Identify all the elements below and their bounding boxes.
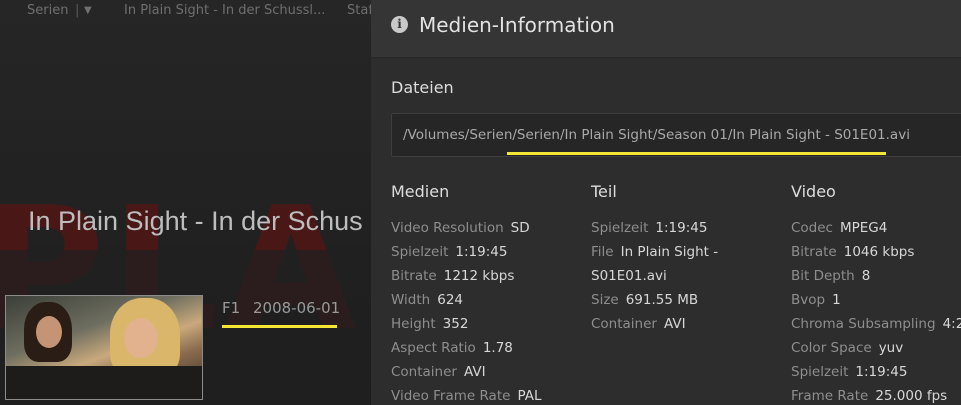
- detail-row: Spielzeit 1:19:45: [391, 241, 541, 265]
- highlight-underline: [222, 325, 337, 328]
- detail-value: 1: [832, 292, 841, 308]
- chevron-down-icon[interactable]: ▼: [84, 5, 92, 16]
- detail-key: Bit Depth: [791, 268, 855, 284]
- highlight-underline: [507, 152, 886, 155]
- detail-value: 1.78: [482, 340, 513, 356]
- detail-key: Spielzeit: [591, 220, 649, 236]
- part-heading: Teil: [591, 182, 617, 201]
- detail-value: 624: [437, 292, 464, 308]
- detail-key: Spielzeit: [391, 244, 449, 260]
- detail-row: Codec MPEG4: [791, 217, 961, 241]
- thumbnail-figure: [36, 316, 62, 348]
- file-path: /Volumes/Serien/Serien/In Plain Sight/Se…: [403, 127, 910, 143]
- detail-value: AVI: [663, 316, 686, 332]
- detail-key: Video Frame Rate: [391, 388, 511, 404]
- episode-air-date: 2008-06-01: [253, 299, 341, 317]
- detail-key: Spielzeit: [791, 364, 849, 380]
- episode-code: F1: [222, 299, 241, 317]
- detail-row: Spielzeit 1:19:45: [791, 361, 961, 385]
- detail-key: Width: [391, 292, 431, 308]
- dialog-title: Medien-Information: [419, 13, 615, 37]
- detail-value: 352: [442, 316, 469, 332]
- detail-row: Container AVI: [591, 313, 718, 337]
- detail-value: 1:19:45: [655, 220, 708, 236]
- detail-row: Aspect Ratio 1.78: [391, 337, 541, 361]
- detail-value: SD: [510, 220, 530, 236]
- media-info-dialog: i Medien-Information Dateien /Volumes/Se…: [371, 0, 961, 405]
- detail-row: Bitrate 1212 kbps: [391, 265, 541, 289]
- detail-key: File: [591, 244, 614, 260]
- detail-value: 1:19:45: [855, 364, 908, 380]
- detail-key: Bitrate: [791, 244, 837, 260]
- detail-key: Color Space: [791, 340, 872, 356]
- detail-row: Bit Depth 8: [791, 265, 961, 289]
- detail-row: Width 624: [391, 289, 541, 313]
- media-heading: Medien: [391, 182, 450, 201]
- breadcrumb-separator: |: [75, 3, 80, 18]
- info-icon: i: [391, 16, 408, 33]
- detail-value: 25.000 fps: [875, 388, 948, 404]
- detail-value: PAL: [517, 388, 542, 404]
- detail-key: Bvop: [791, 292, 826, 308]
- detail-row: Bvop 1: [791, 289, 961, 313]
- detail-key: Height: [391, 316, 436, 332]
- detail-row: Bitrate 1046 kbps: [791, 241, 961, 265]
- detail-key: Chroma Subsampling: [791, 316, 936, 332]
- detail-value: 1:19:45: [455, 244, 508, 260]
- detail-row: Video Frame Rate PAL: [391, 385, 541, 405]
- detail-key: Size: [591, 292, 619, 308]
- page-title: In Plain Sight - In der Schus: [28, 206, 363, 236]
- thumbnail-figure: [124, 318, 158, 358]
- media-details: Video Resolution SD Spielzeit 1:19:45 Bitrat…: [391, 217, 541, 405]
- detail-value: MPEG4: [839, 220, 888, 236]
- detail-row: Height 352: [391, 313, 541, 337]
- detail-value: 8: [861, 268, 871, 284]
- detail-value: 691.55 MB: [625, 292, 699, 308]
- episode-thumbnail[interactable]: [5, 295, 203, 400]
- breadcrumb-season[interactable]: Staf: [347, 3, 373, 18]
- detail-value: S01E01.avi: [591, 268, 667, 284]
- thumbnail-figure: [6, 366, 202, 399]
- detail-key: Aspect Ratio: [391, 340, 476, 356]
- video-details: Codec MPEG4 Bitrate 1046 kbps Bit Depth 8 Bvop…: [791, 217, 961, 405]
- detail-key: Frame Rate: [791, 388, 869, 404]
- detail-row: Chroma Subsampling 4:2:: [791, 313, 961, 337]
- detail-key: Container: [591, 316, 657, 332]
- detail-value: 1046 kbps: [843, 244, 915, 260]
- breadcrumb-show[interactable]: In Plain Sight - In der Schussl...: [124, 3, 325, 18]
- detail-value: 1212 kbps: [443, 268, 515, 284]
- detail-key: Container: [391, 364, 457, 380]
- detail-row: Video Resolution SD: [391, 217, 541, 241]
- breadcrumb-section[interactable]: Serien: [27, 3, 68, 18]
- detail-key: Bitrate: [391, 268, 437, 284]
- files-heading: Dateien: [391, 78, 454, 97]
- detail-row: Frame Rate 25.000 fps: [791, 385, 961, 405]
- detail-value: 4:2:: [942, 316, 961, 332]
- detail-row: Color Space yuv: [791, 337, 961, 361]
- detail-row: Spielzeit 1:19:45: [591, 217, 718, 241]
- video-heading: Video: [791, 182, 836, 201]
- detail-value: AVI: [463, 364, 486, 380]
- detail-value: In Plain Sight -: [620, 244, 719, 260]
- detail-row: Container AVI: [391, 361, 541, 385]
- detail-value: yuv: [878, 340, 904, 356]
- detail-row: File In Plain Sight -: [591, 241, 718, 265]
- file-path-box[interactable]: /Volumes/Serien/Serien/In Plain Sight/Se…: [391, 113, 961, 157]
- dialog-header: i Medien-Information: [371, 0, 961, 58]
- detail-row: Size 691.55 MB: [591, 289, 718, 313]
- breadcrumb: Serien | ▼ In Plain Sight - In der Schus…: [0, 0, 400, 24]
- detail-key: Codec: [791, 220, 833, 236]
- part-details: Spielzeit 1:19:45 File In Plain Sight - S01E…: [591, 217, 718, 337]
- detail-row: S01E01.avi: [591, 265, 718, 289]
- detail-key: Video Resolution: [391, 220, 504, 236]
